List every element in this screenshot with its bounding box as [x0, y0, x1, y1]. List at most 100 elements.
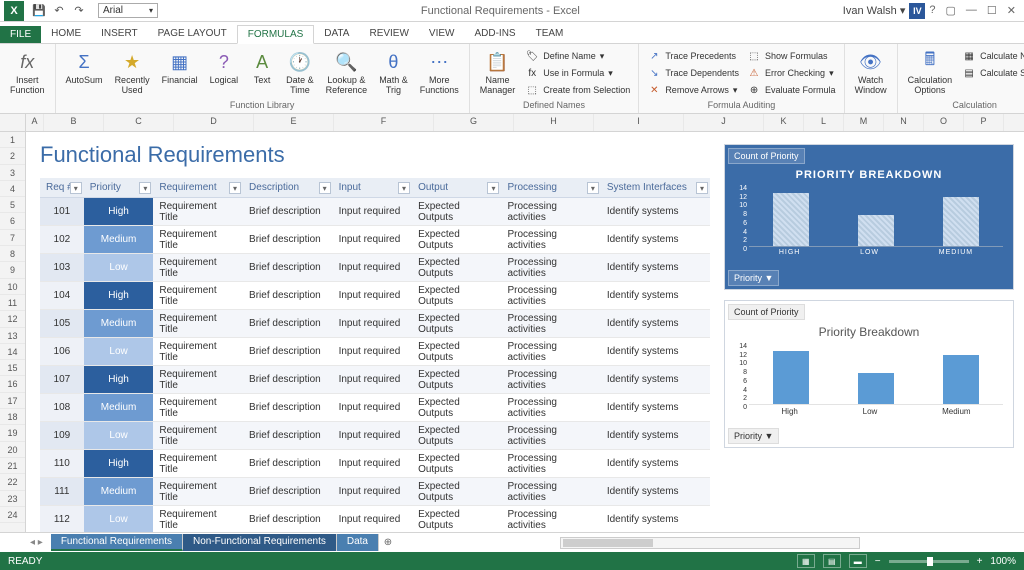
cell-input[interactable]: Input required — [333, 394, 412, 422]
cell-description[interactable]: Brief description — [243, 254, 333, 282]
evaluate-formula-button[interactable]: ⊕Evaluate Formula — [745, 82, 838, 98]
chart-footer-badge[interactable]: Priority ▼ — [728, 428, 779, 444]
cell-processing[interactable]: Processing activities — [501, 226, 600, 254]
trace-dependents-button[interactable]: ↘Trace Dependents — [645, 65, 741, 81]
table-row[interactable]: 109LowRequirement TitleBrief description… — [40, 422, 710, 450]
cell-system-interfaces[interactable]: Identify systems — [601, 366, 710, 394]
table-row[interactable]: 105MediumRequirement TitleBrief descript… — [40, 310, 710, 338]
cell-input[interactable]: Input required — [333, 226, 412, 254]
cell-reqnum[interactable]: 102 — [40, 226, 84, 254]
select-all-corner[interactable] — [0, 114, 26, 131]
cell-priority[interactable]: Medium — [84, 394, 154, 422]
cell-requirement[interactable]: Requirement Title — [153, 282, 243, 310]
cell-system-interfaces[interactable]: Identify systems — [601, 310, 710, 338]
column-header-O[interactable]: O — [924, 114, 964, 131]
row-number[interactable]: 2 — [0, 148, 25, 164]
cell-reqnum[interactable]: 110 — [40, 450, 84, 478]
tab-review[interactable]: REVIEW — [359, 25, 418, 43]
cell-description[interactable]: Brief description — [243, 366, 333, 394]
cell-priority[interactable]: High — [84, 198, 154, 226]
cell-output[interactable]: Expected Outputs — [412, 394, 501, 422]
cell-input[interactable]: Input required — [333, 282, 412, 310]
cell-priority[interactable]: Low — [84, 338, 154, 366]
calc-options-button[interactable]: 🖩Calculation Options — [904, 48, 957, 98]
cell-processing[interactable]: Processing activities — [501, 478, 600, 506]
table-header[interactable]: Req #▾ — [40, 178, 84, 198]
cell-requirement[interactable]: Requirement Title — [153, 226, 243, 254]
cell-processing[interactable]: Processing activities — [501, 338, 600, 366]
undo-icon[interactable]: ↶ — [50, 2, 68, 20]
cell-requirement[interactable]: Requirement Title — [153, 254, 243, 282]
table-row[interactable]: 106LowRequirement TitleBrief description… — [40, 338, 710, 366]
table-row[interactable]: 107HighRequirement TitleBrief descriptio… — [40, 366, 710, 394]
row-number[interactable]: 9 — [0, 262, 25, 278]
remove-arrows-button[interactable]: ✕Remove Arrows ▾ — [645, 82, 741, 98]
table-row[interactable]: 112LowRequirement TitleBrief description… — [40, 506, 710, 533]
cell-reqnum[interactable]: 112 — [40, 506, 84, 533]
row-number[interactable]: 10 — [0, 279, 25, 295]
cell-output[interactable]: Expected Outputs — [412, 450, 501, 478]
cell-input[interactable]: Input required — [333, 310, 412, 338]
cell-description[interactable]: Brief description — [243, 226, 333, 254]
cell-processing[interactable]: Processing activities — [501, 506, 600, 533]
cell-description[interactable]: Brief description — [243, 394, 333, 422]
row-number[interactable]: 15 — [0, 360, 25, 376]
cell-description[interactable]: Brief description — [243, 282, 333, 310]
filter-dropdown-icon[interactable]: ▾ — [70, 182, 82, 194]
watch-window-button[interactable]: 👁Watch Window — [851, 48, 891, 98]
cell-requirement[interactable]: Requirement Title — [153, 478, 243, 506]
cell-requirement[interactable]: Requirement Title — [153, 338, 243, 366]
cell-priority[interactable]: Medium — [84, 226, 154, 254]
zoom-out-button[interactable]: − — [875, 556, 881, 567]
cell-processing[interactable]: Processing activities — [501, 310, 600, 338]
cell-description[interactable]: Brief description — [243, 198, 333, 226]
tab-page-layout[interactable]: PAGE LAYOUT — [148, 25, 237, 43]
row-number[interactable]: 11 — [0, 295, 25, 311]
row-number[interactable]: 21 — [0, 458, 25, 474]
filter-dropdown-icon[interactable]: ▾ — [139, 182, 151, 194]
cell-description[interactable]: Brief description — [243, 422, 333, 450]
chart-card[interactable]: Count of PriorityPriority Breakdown14121… — [724, 300, 1014, 448]
cell-requirement[interactable]: Requirement Title — [153, 422, 243, 450]
filter-dropdown-icon[interactable]: ▾ — [319, 182, 331, 194]
chart-footer-badge[interactable]: Priority ▼ — [728, 270, 779, 286]
cell-output[interactable]: Expected Outputs — [412, 310, 501, 338]
row-number[interactable]: 17 — [0, 393, 25, 409]
cell-priority[interactable]: Low — [84, 422, 154, 450]
sheet-tab[interactable]: Non-Functional Requirements — [183, 534, 337, 551]
name-manager-button[interactable]: 📋Name Manager — [476, 48, 520, 98]
tab-add-ins[interactable]: ADD-INS — [464, 25, 525, 43]
cell-system-interfaces[interactable]: Identify systems — [601, 282, 710, 310]
cell-system-interfaces[interactable]: Identify systems — [601, 338, 710, 366]
cell-input[interactable]: Input required — [333, 450, 412, 478]
table-header[interactable]: Processing▾ — [501, 178, 600, 198]
column-header-C[interactable]: C — [104, 114, 174, 131]
cell-priority[interactable]: Low — [84, 506, 154, 533]
row-number[interactable]: 5 — [0, 197, 25, 213]
cell-input[interactable]: Input required — [333, 478, 412, 506]
cell-output[interactable]: Expected Outputs — [412, 282, 501, 310]
row-number[interactable]: 19 — [0, 425, 25, 441]
table-row[interactable]: 111MediumRequirement TitleBrief descript… — [40, 478, 710, 506]
cell-priority[interactable]: High — [84, 282, 154, 310]
cell-processing[interactable]: Processing activities — [501, 198, 600, 226]
filter-dropdown-icon[interactable]: ▾ — [229, 182, 241, 194]
cell-input[interactable]: Input required — [333, 198, 412, 226]
cell-reqnum[interactable]: 103 — [40, 254, 84, 282]
column-header-D[interactable]: D — [174, 114, 254, 131]
recently-used-button[interactable]: ★Recently Used — [111, 48, 154, 98]
sheet-nav-prev-icon[interactable]: ◂ ▸ — [30, 537, 51, 548]
row-number[interactable]: 22 — [0, 474, 25, 490]
row-number[interactable]: 7 — [0, 230, 25, 246]
more-functions-button[interactable]: ⋯More Functions — [416, 48, 463, 98]
row-number[interactable]: 1 — [0, 132, 25, 148]
row-number[interactable]: 4 — [0, 181, 25, 197]
text-button[interactable]: AText — [246, 48, 278, 88]
table-header[interactable]: Requirement▾ — [153, 178, 243, 198]
user-name[interactable]: Ivan Walsh ▾IV — [843, 3, 930, 19]
table-row[interactable]: 104HighRequirement TitleBrief descriptio… — [40, 282, 710, 310]
normal-view-button[interactable]: ▦ — [797, 554, 815, 568]
tab-view[interactable]: VIEW — [419, 25, 465, 43]
cell-system-interfaces[interactable]: Identify systems — [601, 394, 710, 422]
column-header-K[interactable]: K — [764, 114, 804, 131]
